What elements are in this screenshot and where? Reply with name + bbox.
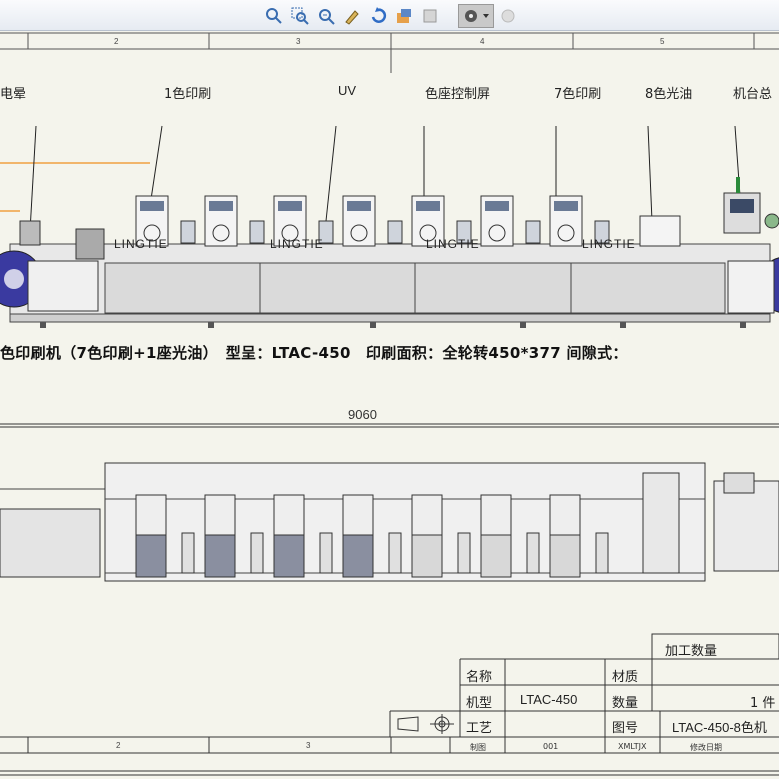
callout-corona: 电晕 xyxy=(0,87,27,102)
model-label: 机型 xyxy=(466,696,493,711)
drawn-label: 制图 xyxy=(470,743,486,752)
frame-brand-label: LINGTIE xyxy=(114,237,168,251)
zone-number: 5 xyxy=(660,37,665,46)
zoom-area-icon[interactable] xyxy=(290,6,310,26)
unit-screen xyxy=(347,201,371,211)
varnish-unit xyxy=(639,215,681,247)
drawing-no-label: 图号 xyxy=(612,721,639,736)
frame-brand-label: LINGTIE xyxy=(270,237,324,251)
unit-head xyxy=(549,494,581,536)
appearance-icon[interactable] xyxy=(498,6,518,26)
dryer-top xyxy=(595,532,609,574)
unit-head xyxy=(204,494,236,536)
unit-screen xyxy=(278,201,302,211)
unit-screen xyxy=(209,201,233,211)
drawn-value: 001 xyxy=(543,742,559,751)
zoom-to-fit-icon[interactable] xyxy=(264,6,284,26)
unit-head xyxy=(273,494,305,536)
count-label: 数量 xyxy=(612,696,639,711)
machine-spec-title: 色印刷机（7色印刷+1座光油） 型呈：LTAC-450 印刷面积：全轮转450*… xyxy=(0,344,628,362)
view-orientation-icon[interactable] xyxy=(420,6,440,26)
rotate-icon[interactable] xyxy=(368,6,388,26)
revision-label: 修改日期 xyxy=(690,743,722,752)
callout-print1: 1色印刷 xyxy=(164,87,212,102)
frame-brand-label: LINGTIE xyxy=(426,237,480,251)
unit-screen xyxy=(416,201,440,211)
uv-lamp xyxy=(249,220,265,244)
press-side-view xyxy=(0,125,779,328)
dryer-top xyxy=(250,532,264,574)
dryer-top xyxy=(526,532,540,574)
zone-number: 3 xyxy=(296,37,301,46)
unit-screen xyxy=(554,201,578,211)
material-label: 材质 xyxy=(612,670,639,685)
uv-lamp xyxy=(387,220,403,244)
dryer-top xyxy=(181,532,195,574)
unit-screen xyxy=(140,201,164,211)
press-top-view xyxy=(0,462,779,582)
pan-icon[interactable] xyxy=(394,6,414,26)
callout-print7: 7色印刷 xyxy=(554,87,602,102)
uv-lamp xyxy=(180,220,196,244)
dryer-top xyxy=(388,532,402,574)
callout-uv: UV xyxy=(338,83,357,98)
zoom-in-out-icon[interactable] xyxy=(316,6,336,26)
callout-machine-main: 机台总 xyxy=(733,87,773,102)
select-icon[interactable] xyxy=(342,6,362,26)
frame-brand-label: LINGTIE xyxy=(582,237,636,251)
unit-head xyxy=(135,494,167,536)
zone-number: 4 xyxy=(480,37,485,46)
unit-head xyxy=(480,494,512,536)
count-value: 1 件 xyxy=(750,696,776,711)
overall-length-dimension: 9060 xyxy=(348,407,377,422)
drawing-no-value: LTAC-450-8色机 xyxy=(672,720,767,735)
dryer-top xyxy=(457,532,471,574)
uv-lamp xyxy=(525,220,541,244)
view-toolbar xyxy=(0,0,779,31)
callout-control-screen: 色座控制屏 xyxy=(425,87,491,102)
zone-number: 3 xyxy=(306,741,311,750)
zone-number: 2 xyxy=(114,37,119,46)
display-style-icon[interactable] xyxy=(458,4,494,28)
drawing-sheet: 2 3 4 5 2 3 电晕 1色印刷 UV 色座控制屏 7色印刷 8色光油 机… xyxy=(0,31,779,779)
dryer-top xyxy=(319,532,333,574)
qty-header: 加工数量 xyxy=(665,644,718,659)
checked-value: XMLTJX xyxy=(618,742,647,751)
unit-screen xyxy=(485,201,509,211)
zone-number: 2 xyxy=(116,741,121,750)
unit-head xyxy=(411,494,443,536)
callout-varnish: 8色光油 xyxy=(645,87,693,102)
name-label: 名称 xyxy=(466,670,493,685)
model-value: LTAC-450 xyxy=(520,692,578,707)
process-label: 工艺 xyxy=(466,721,493,736)
unit-head xyxy=(342,494,374,536)
